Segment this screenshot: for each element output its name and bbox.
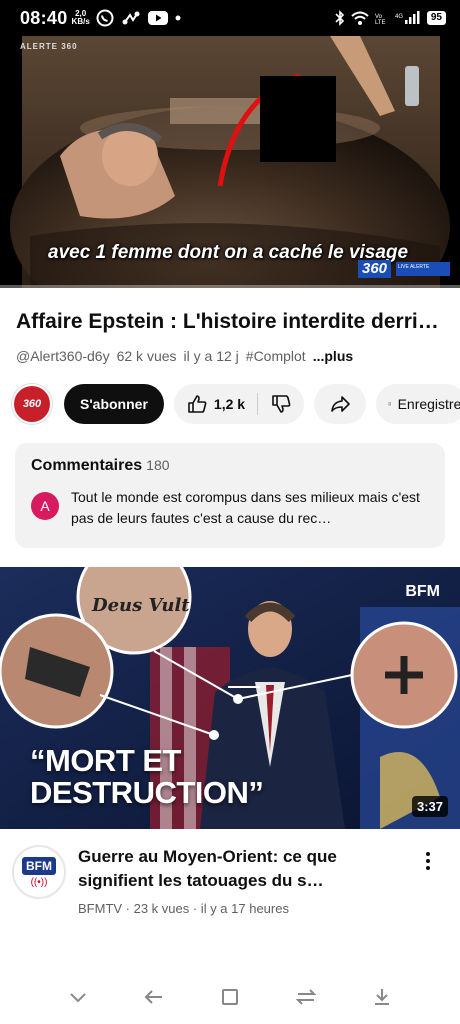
- channel-watermark: ALERTE 360: [20, 42, 78, 51]
- more-options-icon[interactable]: [418, 847, 438, 875]
- action-row: 360 S'abonner 1,2 k Enregistrer: [12, 384, 460, 424]
- share-icon: [331, 396, 350, 412]
- svg-text:LTE: LTE: [375, 20, 386, 25]
- notification-icons: [96, 9, 181, 27]
- system-icons: Vo LTE 4G 95: [335, 10, 446, 26]
- comment-text: Tout le monde est corompus dans ses mili…: [71, 489, 420, 526]
- censor-box: [260, 76, 336, 162]
- download-icon[interactable]: [371, 986, 393, 1008]
- dislike-icon[interactable]: [270, 393, 292, 415]
- signal-icon: 4G: [395, 11, 420, 24]
- chevron-down-icon[interactable]: [67, 986, 89, 1008]
- comments-header: Commentaires 180: [31, 457, 170, 474]
- broadcast-logo: 360: [358, 260, 392, 278]
- top-comment[interactable]: A Tout le monde est corompus dans ses mi…: [31, 487, 429, 529]
- bookmark-icon: [388, 402, 391, 406]
- save-label: Enregistrer: [397, 396, 460, 412]
- status-bar: 08:40 2,0 KB/s Vo LTE 4G 95: [0, 0, 460, 36]
- like-dislike-pill: 1,2 k: [173, 384, 305, 424]
- pill-divider: [257, 393, 259, 415]
- hashtag-link[interactable]: #Complot: [246, 348, 306, 364]
- whatsapp-icon: [96, 9, 114, 27]
- dot-icon: [175, 15, 181, 21]
- bfm-watermark: BFM: [405, 583, 440, 600]
- battery-icon: 95: [426, 11, 446, 25]
- broadcast-strip: LIVE ALERTE: [396, 262, 450, 276]
- system-nav-bar: [0, 970, 460, 1024]
- view-count: 62 k vues: [116, 348, 177, 364]
- progress-bar[interactable]: [0, 285, 460, 288]
- comments-card[interactable]: Commentaires 180 A Tout le monde est coro…: [15, 443, 445, 548]
- youtube-icon: [147, 11, 168, 25]
- tattoo-text: Deus Vult: [91, 595, 190, 616]
- bfm-channel-avatar[interactable]: BFM ((•)): [12, 845, 66, 899]
- next-video-meta: BFMTV · 23 k vues · il y a 17 heures: [78, 901, 289, 916]
- share-button[interactable]: [314, 384, 367, 424]
- video-meta[interactable]: @Alert360-d6y 62 k vues il y a 12 j #Com…: [16, 348, 353, 364]
- clock: 08:40: [20, 7, 68, 28]
- channel-avatar[interactable]: 360: [12, 384, 52, 424]
- next-video-text[interactable]: Guerre au Moyen-Orient: ce que signifien…: [78, 845, 398, 916]
- commenter-avatar: A: [31, 492, 59, 520]
- net-speed: 2,0 KB/s: [71, 9, 90, 26]
- more-link[interactable]: ...plus: [313, 348, 353, 364]
- volte-icon: VoLTE: [375, 14, 386, 25]
- next-video-thumbnail[interactable]: Deus Vult BFM “MORT ET DESTRUCTION” 3:37: [0, 567, 460, 829]
- like-count[interactable]: 1,2 k: [214, 396, 245, 412]
- next-video-title[interactable]: Guerre au Moyen-Orient: ce que signifien…: [78, 845, 398, 893]
- video-player[interactable]: ALERTE 360 avec 1 femme dont on a caché …: [0, 36, 460, 288]
- upload-age: il y a 12 j: [183, 348, 239, 364]
- thumbnail-headline: “MORT ET DESTRUCTION”: [30, 743, 264, 810]
- duration-badge: 3:37: [411, 796, 448, 817]
- like-icon[interactable]: [186, 393, 208, 415]
- comments-count: 180: [146, 457, 170, 473]
- video-caption: avec 1 femme dont on a caché le visage: [48, 242, 409, 263]
- recents-icon[interactable]: [294, 986, 318, 1008]
- video-title[interactable]: Affaire Epstein : L'histoire interdite d…: [16, 310, 448, 334]
- svg-text:4G: 4G: [395, 14, 403, 20]
- next-video-info[interactable]: BFM ((•)) Guerre au Moyen-Orient: ce que…: [12, 845, 452, 916]
- live-icon: ((•)): [30, 876, 48, 888]
- route-icon: [122, 11, 140, 25]
- wifi-icon: [351, 11, 369, 25]
- subscribe-button[interactable]: S'abonner: [64, 384, 164, 424]
- home-icon[interactable]: [219, 986, 241, 1008]
- channel-handle: @Alert360-d6y: [16, 348, 110, 364]
- bluetooth-icon: [335, 10, 345, 26]
- back-icon[interactable]: [142, 986, 166, 1008]
- save-button[interactable]: Enregistrer: [376, 384, 460, 424]
